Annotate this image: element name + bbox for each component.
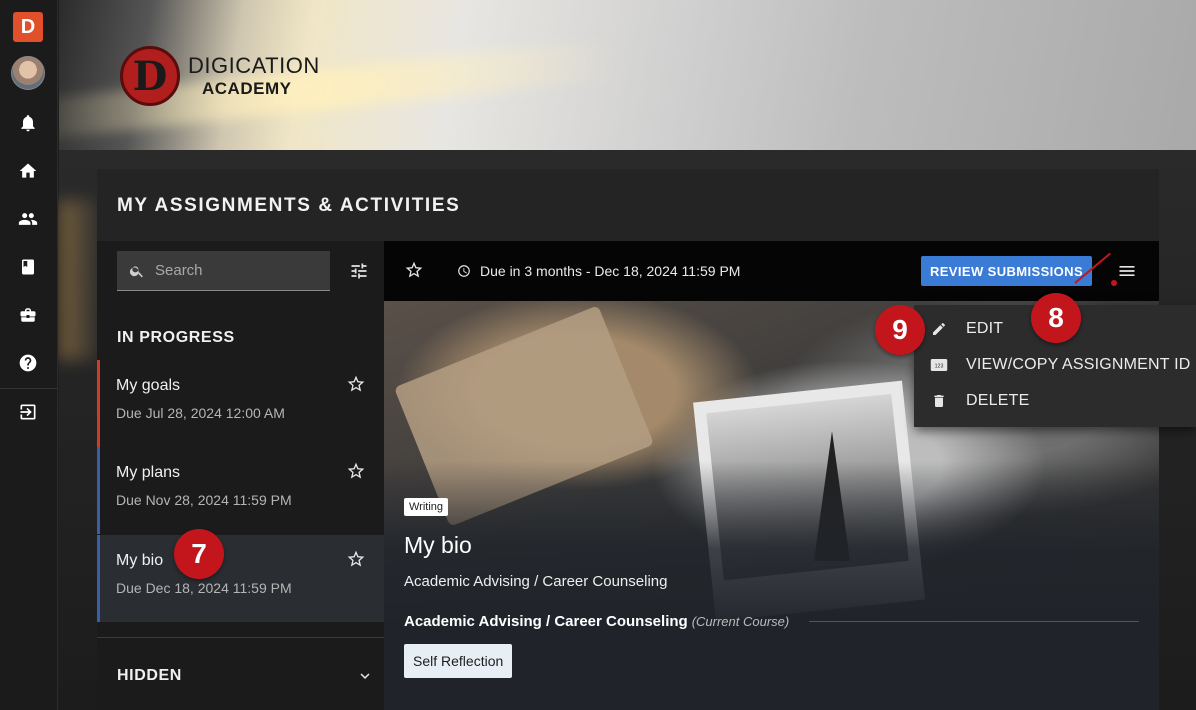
assignment-subtitle: Academic Advising / Career Counseling <box>404 573 668 590</box>
assignments-panel: MY ASSIGNMENTS & ACTIVITIES IN PROGRESS … <box>97 169 1159 710</box>
step-marker-7: 7 <box>174 529 224 579</box>
clock-icon <box>457 264 471 278</box>
assignment-title: My bio <box>404 532 472 558</box>
in-progress-heading: IN PROGRESS <box>117 329 235 346</box>
step-marker-8: 8 <box>1031 293 1081 343</box>
svg-text:123: 123 <box>935 364 944 370</box>
list-item-selected[interactable]: My bio Due Dec 18, 2024 11:59 PM <box>97 535 384 622</box>
menu-item-view-copy-id[interactable]: 123 VIEW/COPY ASSIGNMENT ID <box>914 347 1196 383</box>
marker-pointer-dot <box>1111 280 1117 286</box>
brand-subname: ACADEMY <box>202 79 292 98</box>
star-icon[interactable] <box>404 260 426 282</box>
hidden-heading[interactable]: HIDDEN <box>117 667 182 685</box>
assignment-list: IN PROGRESS My goals Due Jul 28, 2024 12… <box>97 241 384 710</box>
numbers-icon: 123 <box>930 356 948 374</box>
course-note: (Current Course) <box>691 614 790 629</box>
detail-toolbar: Due in 3 months - Dec 18, 2024 11:59 PM … <box>384 241 1159 301</box>
list-item[interactable]: My plans Due Nov 28, 2024 11:59 PM <box>97 447 384 534</box>
filter-icon[interactable] <box>349 261 369 281</box>
course-divider <box>809 621 1139 622</box>
book-icon[interactable] <box>17 256 39 278</box>
list-item-title: My bio <box>116 552 164 569</box>
page-title: MY ASSIGNMENTS & ACTIVITIES <box>117 195 461 216</box>
brand-logo: D DIGICATION ACADEMY <box>120 46 320 106</box>
search-icon <box>129 265 143 277</box>
category-badge: Writing <box>404 498 449 516</box>
due-date: Due in 3 months - Dec 18, 2024 11:59 PM <box>480 263 741 279</box>
notifications-icon[interactable] <box>17 112 39 134</box>
menu-item-delete[interactable]: DELETE <box>914 383 1196 419</box>
step-marker-9: 9 <box>875 305 925 355</box>
brand-name: DIGICATION <box>188 53 320 78</box>
star-icon[interactable] <box>346 549 368 571</box>
list-item-due: Due Jul 28, 2024 12:00 AM <box>116 405 285 421</box>
people-icon[interactable] <box>17 208 39 230</box>
chevron-down-icon[interactable] <box>356 667 374 685</box>
sign-in-icon[interactable] <box>17 401 39 423</box>
list-divider <box>97 637 384 638</box>
self-reflection-tag[interactable]: Self Reflection <box>404 644 513 678</box>
list-item[interactable]: My goals Due Jul 28, 2024 12:00 AM <box>97 360 384 447</box>
trash-icon <box>930 392 948 410</box>
list-item-due: Due Dec 18, 2024 11:59 PM <box>116 580 292 596</box>
rail-divider <box>0 388 58 389</box>
search-box[interactable] <box>117 251 330 291</box>
brand-mark: D <box>120 46 180 106</box>
list-item-title: My plans <box>116 464 181 481</box>
app-logo[interactable]: D <box>13 12 43 42</box>
menu-icon[interactable] <box>1117 261 1137 281</box>
pencil-icon <box>930 320 948 338</box>
home-icon[interactable] <box>17 160 39 182</box>
avatar[interactable] <box>11 56 45 90</box>
left-rail: D <box>0 0 58 710</box>
star-icon[interactable] <box>346 461 368 483</box>
list-item-title: My goals <box>116 377 181 394</box>
course-name: Academic Advising / Career Counseling (Cu… <box>404 613 790 630</box>
list-item-due: Due Nov 28, 2024 11:59 PM <box>116 492 292 508</box>
background-glow <box>59 200 99 360</box>
briefcase-icon[interactable] <box>17 304 39 326</box>
search-input[interactable] <box>155 262 315 279</box>
review-submissions-button[interactable]: REVIEW SUBMISSIONS <box>921 256 1092 286</box>
star-icon[interactable] <box>346 374 368 396</box>
help-icon[interactable] <box>17 352 39 374</box>
